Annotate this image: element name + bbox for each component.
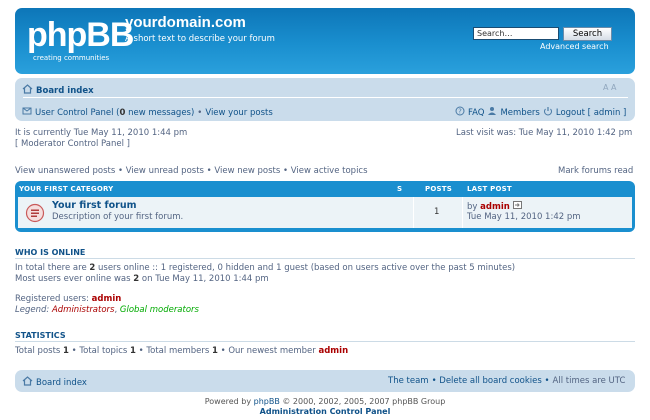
admin-control-panel-link[interactable]: Administration Control Panel bbox=[0, 407, 650, 416]
members-icon bbox=[487, 106, 497, 119]
logo-text: phpBB bbox=[27, 16, 134, 54]
search-input[interactable]: Search… bbox=[473, 27, 559, 40]
ucp-suffix: new messages) bbox=[128, 107, 195, 118]
footer-board-index-link[interactable]: Board index bbox=[36, 378, 87, 388]
legend-label: Legend: bbox=[15, 305, 50, 315]
last-post-author-link[interactable]: admin bbox=[480, 202, 510, 212]
total-posts-count: 1 bbox=[63, 346, 69, 356]
faq-icon: ? bbox=[455, 106, 465, 119]
ucp-links: User Control Panel (0 new messages) • Vi… bbox=[22, 106, 273, 119]
breadcrumb-board-index[interactable]: Board index bbox=[22, 84, 94, 97]
search-placeholder: Search… bbox=[477, 29, 513, 38]
legend-administrators-link[interactable]: Administrators bbox=[52, 305, 115, 315]
mark-forums-read-link[interactable]: Mark forums read bbox=[558, 166, 633, 176]
online-record-prefix: Most users ever online was bbox=[15, 274, 131, 284]
online-total-suffix: users online :: 1 registered, 0 hidden a… bbox=[98, 263, 516, 273]
last-visit: Last visit was: Tue May 11, 2010 1:42 pm bbox=[456, 128, 633, 138]
footer-right-links: The team • Delete all board cookies • Al… bbox=[388, 376, 625, 386]
category-name[interactable]: YOUR FIRST CATEGORY bbox=[19, 185, 113, 193]
advanced-search-link[interactable]: Advanced search bbox=[540, 42, 609, 51]
newest-member-label: • Our newest member bbox=[220, 346, 316, 356]
total-posts-label: Total posts bbox=[15, 346, 61, 356]
registered-users-label: Registered users: bbox=[15, 294, 89, 304]
legend-global-moderators-link[interactable]: Global moderators bbox=[120, 305, 199, 315]
legend-line: Legend: Administrators, Global moderator… bbox=[15, 305, 199, 315]
online-record-suffix: on Tue May 11, 2010 1:44 pm bbox=[141, 274, 269, 284]
logout-icon bbox=[543, 106, 553, 119]
online-record-line: Most users ever online was 2 on Tue May … bbox=[15, 274, 269, 284]
who-is-online-title[interactable]: WHO IS ONLINE bbox=[15, 248, 85, 257]
home-icon bbox=[22, 84, 33, 97]
view-your-posts-link[interactable]: View your posts bbox=[205, 108, 272, 118]
total-topics-count: 1 bbox=[130, 346, 136, 356]
logout-link[interactable]: Logout [ admin ] bbox=[556, 108, 626, 118]
column-divider bbox=[413, 197, 414, 228]
site-header: phpBB creating communities bbox=[15, 8, 635, 74]
total-members-count: 1 bbox=[211, 346, 218, 356]
logo-tagline: creating communities bbox=[33, 54, 110, 62]
timezone-text: All times are UTC bbox=[552, 376, 626, 386]
nav-right-links: ? FAQ Members Logout [ admin ] bbox=[455, 106, 626, 119]
copyright-text: © 2000, 2002, 2005, 2007 phpBB Group bbox=[282, 397, 446, 406]
svg-text:?: ? bbox=[458, 108, 462, 116]
user-control-panel-icon bbox=[22, 106, 32, 119]
last-post-date: Tue May 11, 2010 1:42 pm bbox=[467, 212, 581, 222]
font-size-icon[interactable]: A A bbox=[603, 83, 617, 92]
moderator-control-panel-link[interactable]: [ Moderator Control Panel ] bbox=[15, 139, 130, 149]
delete-cookies-link[interactable]: • Delete all board cookies • bbox=[432, 376, 550, 386]
powered-by-label: Powered by bbox=[204, 397, 252, 406]
site-description: A short text to describe your forum bbox=[125, 34, 275, 44]
ucp-prefix: User Control Panel ( bbox=[35, 107, 120, 118]
statistics-line: Total posts 1 • Total topics 1 • Total m… bbox=[15, 346, 348, 356]
quick-links[interactable]: View unanswered posts • View unread post… bbox=[15, 166, 368, 176]
user-control-panel-link[interactable]: User Control Panel (0 new messages) bbox=[35, 108, 194, 118]
by-label: by bbox=[467, 202, 478, 212]
view-latest-post-icon[interactable] bbox=[512, 201, 522, 212]
online-total-line: In total there are 2 users online :: 1 r… bbox=[15, 263, 515, 273]
search-button[interactable]: Search bbox=[563, 27, 612, 41]
legend-separator: , bbox=[114, 305, 118, 315]
copyright-line: Powered by phpBB © 2000, 2002, 2005, 200… bbox=[0, 397, 650, 406]
current-time: It is currently Tue May 11, 2010 1:44 pm bbox=[15, 128, 188, 138]
forum-description: Description of your first forum. bbox=[52, 212, 184, 222]
section-divider bbox=[15, 258, 635, 259]
board-index-link[interactable]: Board index bbox=[36, 86, 94, 96]
column-divider bbox=[462, 197, 463, 228]
forum-posts-count: 1 bbox=[434, 207, 440, 217]
topics-header: S bbox=[397, 185, 403, 193]
online-record-count: 2 bbox=[133, 274, 140, 284]
newest-member-link[interactable]: admin bbox=[318, 346, 348, 356]
site-title[interactable]: yourdomain.com bbox=[125, 14, 246, 31]
members-link[interactable]: Members bbox=[500, 108, 539, 118]
phpbb-link[interactable]: phpBB bbox=[254, 397, 280, 406]
separator: • bbox=[197, 107, 203, 118]
registered-users-line: Registered users: admin bbox=[15, 294, 121, 304]
the-team-link[interactable]: The team bbox=[388, 376, 429, 386]
statistics-title: STATISTICS bbox=[15, 331, 66, 340]
last-post-header: LAST POST bbox=[467, 185, 512, 193]
total-topics-label: • Total topics bbox=[71, 346, 128, 356]
online-total-prefix: In total there are bbox=[15, 263, 87, 273]
footer-board-index[interactable]: Board index bbox=[22, 376, 87, 389]
total-members-label: • Total members bbox=[138, 346, 210, 356]
last-post-info: by admin bbox=[467, 201, 522, 212]
online-total-count: 2 bbox=[89, 263, 96, 273]
home-icon bbox=[22, 376, 33, 389]
faq-link[interactable]: FAQ bbox=[468, 108, 484, 118]
registered-user-link[interactable]: admin bbox=[92, 294, 122, 304]
forum-read-icon bbox=[25, 203, 45, 226]
section-divider bbox=[15, 341, 635, 342]
forum-title-link[interactable]: Your first forum bbox=[52, 200, 137, 211]
posts-header: POSTS bbox=[425, 185, 452, 193]
new-messages-count: 0 bbox=[119, 107, 126, 118]
navbar-divider bbox=[23, 97, 628, 98]
